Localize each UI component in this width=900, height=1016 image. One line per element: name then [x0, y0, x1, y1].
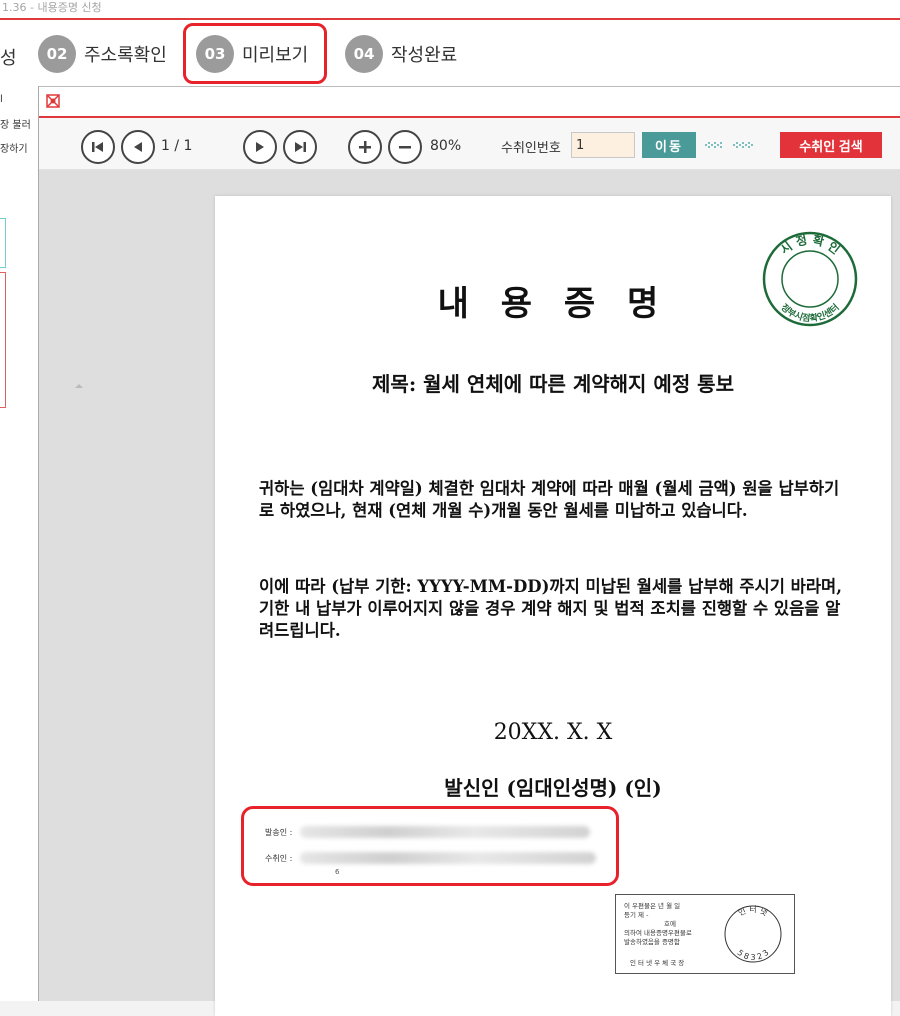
step-04-number: 04	[345, 35, 383, 73]
left-panel-load-button[interactable]: 장 불러	[0, 116, 31, 131]
step-04-label: 작성완료	[391, 45, 458, 66]
postal-line-6: 인 터 넷 우 체 국 장	[630, 959, 685, 967]
postmark-circle-icon: 인 터 넷 5 8 3 2 3	[724, 905, 782, 963]
first-page-icon	[92, 142, 103, 152]
next-page-icon	[256, 142, 264, 152]
svg-text:시 정 확 인: 시 정 확 인	[778, 232, 843, 257]
seal-top-text: 시 정 확 인	[778, 232, 843, 257]
postal-line-5: 발송하였음을 증명함	[624, 938, 680, 946]
separator-dots-icon	[705, 142, 753, 148]
prev-page-button[interactable]	[121, 130, 155, 164]
left-panel-box	[0, 218, 6, 268]
first-page-button[interactable]	[81, 130, 115, 164]
last-page-icon	[295, 142, 306, 152]
left-panel-save-button[interactable]: 장하기	[0, 140, 28, 155]
left-panel-text-1: l	[0, 94, 3, 105]
document-viewer[interactable]: 내 용 증 명 시 정 확 인 정부시점확인센터 제목: 월세 연체에 따른 계…	[39, 170, 900, 1016]
preview-toolbar: 1 / 1 80% 수취인번호 이동 수취인 검색	[39, 118, 900, 170]
zoom-out-button[interactable]	[388, 130, 422, 164]
postmark-bottom-text: 5 8 3 2 3	[736, 948, 771, 962]
wizard-step-bar: 성 02 주소록확인 03 미리보기 04 작성완료	[0, 20, 900, 86]
zoom-level: 80%	[430, 138, 462, 154]
step-01-label-partial[interactable]: 성	[0, 44, 17, 70]
svg-text:5 8 3 2 3: 5 8 3 2 3	[736, 948, 771, 962]
last-page-button[interactable]	[283, 130, 317, 164]
minus-icon	[399, 146, 411, 149]
step-02-label: 주소록확인	[84, 45, 167, 66]
plus-icon	[359, 141, 371, 153]
step-highlight-annotation	[183, 23, 327, 84]
zoom-in-button[interactable]	[348, 130, 382, 164]
left-panel-selected-box	[0, 272, 6, 408]
next-page-button[interactable]	[243, 130, 277, 164]
step-02[interactable]: 02 주소록확인	[38, 34, 167, 74]
page-indicator: 1 / 1	[161, 138, 193, 154]
recipient-number-label: 수취인번호	[501, 141, 561, 156]
svg-text:인 터 넷: 인 터 넷	[737, 905, 769, 918]
postmark-top-text: 인 터 넷	[737, 905, 769, 918]
app-title-bar: 1.36 - 내용증명 신청	[0, 0, 900, 18]
document-paragraph-2: 이에 따라 (납부 기한: YYYY-MM-DD)까지 미납된 월세를 납부해 …	[259, 577, 842, 640]
step-04[interactable]: 04 작성완료	[345, 34, 457, 74]
step-02-number: 02	[38, 35, 76, 73]
document-sender: 발신인 (임대인성명) (인)	[444, 776, 662, 800]
preview-window-titlebar	[39, 86, 900, 116]
recipient-search-button[interactable]: 수취인 검색	[780, 132, 882, 158]
app-logo-icon	[45, 93, 61, 109]
document-date: 20XX. X. X	[493, 720, 613, 745]
document-page: 내 용 증 명 시 정 확 인 정부시점확인센터 제목: 월세 연체에 따른 계…	[215, 196, 891, 1016]
scroll-up-arrow-icon[interactable]	[75, 384, 83, 388]
postal-line-2: 등기 제 -	[624, 911, 649, 919]
verification-seal-icon: 시 정 확 인 정부시점확인센터	[762, 231, 858, 327]
address-highlight-annotation	[241, 806, 619, 886]
document-paragraph-1: 귀하는 (임대차 계약일) 체결한 임대차 계약에 따라 매월 (월세 금액) …	[259, 479, 840, 520]
preview-window: 1 / 1 80% 수취인번호 이동 수취인 검색 내	[38, 86, 900, 1016]
window-title: 1.36 - 내용증명 신청	[2, 1, 102, 14]
move-button[interactable]: 이동	[642, 132, 696, 158]
recipient-number-input[interactable]	[571, 132, 635, 158]
document-subject: 제목: 월세 연체에 따른 계약해지 예정 통보	[372, 372, 734, 396]
postal-certification-stamp: 이 우편물은 년 월 일 등기 제 - 호에 의하여 내용증명우편물로 발송하였…	[615, 894, 795, 974]
prev-page-icon	[134, 142, 142, 152]
